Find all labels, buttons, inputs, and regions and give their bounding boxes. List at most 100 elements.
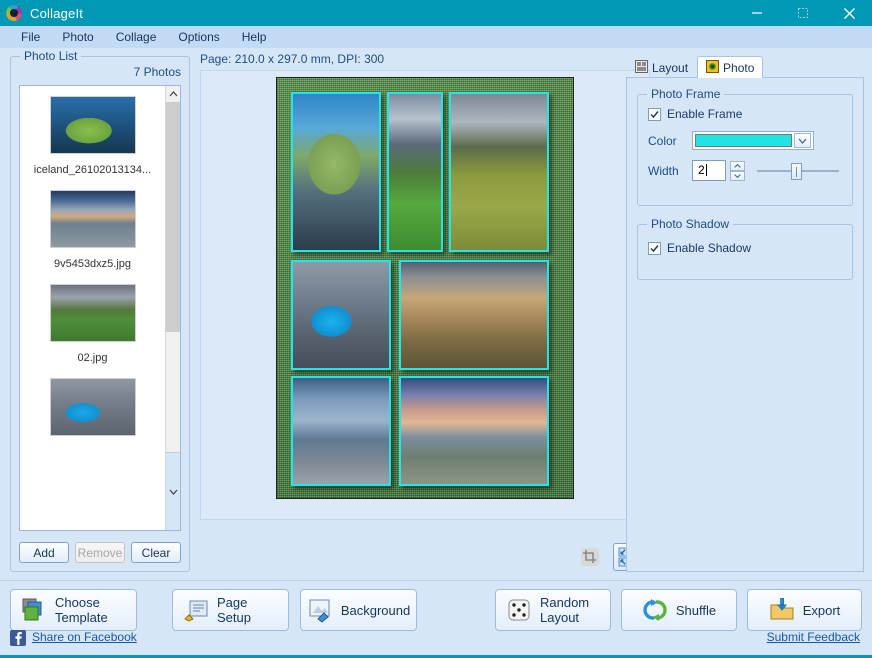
- panel-tabs: Layout Photo: [626, 56, 864, 78]
- frame-width-label: Width: [648, 163, 679, 178]
- shuffle-button[interactable]: Shuffle: [621, 589, 737, 631]
- facebook-icon[interactable]: [10, 630, 26, 646]
- menu-item-file[interactable]: File: [10, 28, 51, 46]
- collageit-logo-icon: [6, 5, 22, 21]
- list-item[interactable]: [20, 368, 165, 450]
- minimize-icon[interactable]: [734, 0, 780, 26]
- tab-photo-label: Photo: [723, 60, 755, 75]
- enable-shadow-checkbox[interactable]: [648, 241, 661, 255]
- window-controls: [734, 0, 872, 26]
- preview-section: Page: 210.0 x 297.0 mm, DPI: 300: [196, 48, 654, 580]
- background-button[interactable]: Background: [300, 589, 417, 631]
- random-layout-button[interactable]: Random Layout: [495, 589, 611, 631]
- tab-layout-label: Layout: [652, 60, 689, 75]
- collage-cell[interactable]: [399, 376, 549, 486]
- photo-frame-title: Photo Frame: [647, 87, 725, 101]
- close-icon[interactable]: [826, 0, 872, 26]
- enable-frame-checkbox[interactable]: [648, 107, 661, 121]
- photo-thumbnail: [49, 378, 136, 436]
- scroll-up-icon[interactable]: [166, 86, 180, 102]
- photo-shadow-title: Photo Shadow: [647, 217, 734, 231]
- shuffle-label: Shuffle: [675, 602, 717, 618]
- list-item[interactable]: iceland_26102013134...: [20, 86, 165, 180]
- frame-color-swatch: [695, 134, 792, 147]
- collage-cell[interactable]: [399, 260, 549, 370]
- main-body: Photo List 7 Photos iceland_26102013134.…: [0, 48, 872, 580]
- title-bar: CollageIt: [0, 0, 872, 26]
- template-icon: [21, 597, 47, 623]
- maximize-icon[interactable]: [780, 0, 826, 26]
- tab-photo[interactable]: Photo: [697, 56, 764, 78]
- export-label: Export: [802, 602, 841, 618]
- collage-cell[interactable]: [291, 92, 381, 252]
- menu-item-collage[interactable]: Collage: [105, 28, 168, 46]
- page-info-label: Page: 210.0 x 297.0 mm, DPI: 300: [200, 52, 385, 66]
- layout-icon: [635, 59, 648, 76]
- enable-shadow-row[interactable]: Enable Shadow: [648, 241, 852, 255]
- frame-color-picker[interactable]: [692, 131, 814, 150]
- remove-button: Remove: [75, 542, 125, 563]
- collage-page[interactable]: [276, 77, 574, 499]
- collage-cell[interactable]: [291, 260, 391, 370]
- submit-feedback-link[interactable]: Submit Feedback: [767, 630, 860, 644]
- page-setup-button[interactable]: Page Setup: [172, 589, 289, 631]
- page-setup-label: Page Setup: [217, 595, 251, 625]
- photo-thumbnail: [49, 284, 136, 342]
- menu-item-options[interactable]: Options: [167, 28, 230, 46]
- collage-canvas[interactable]: [200, 70, 650, 571]
- export-icon: [769, 597, 795, 623]
- scrollbar-thumb[interactable]: [166, 102, 180, 332]
- photo-shadow-group: Photo Shadow Enable Shadow: [637, 217, 853, 280]
- frame-color-label: Color: [648, 133, 677, 148]
- photo-list-buttons: Add Remove Clear: [19, 542, 181, 563]
- photo-thumbnail: [49, 190, 136, 248]
- scroll-down-icon[interactable]: [166, 452, 180, 530]
- collage-cell[interactable]: [387, 92, 443, 252]
- photo-filename: iceland_26102013134...: [33, 164, 152, 176]
- photo-filename: 9v5453dxz5.jpg: [53, 258, 132, 270]
- menu-item-photo[interactable]: Photo: [51, 28, 104, 46]
- frame-width-slider[interactable]: [757, 161, 839, 181]
- enable-shadow-label: Enable Shadow: [667, 241, 752, 255]
- photo-filename: 02.jpg: [77, 352, 108, 364]
- photo-list-panel: Photo List 7 Photos iceland_26102013134.…: [10, 49, 190, 572]
- window-title: CollageIt: [30, 5, 84, 21]
- clear-button[interactable]: Clear: [131, 542, 181, 563]
- list-item[interactable]: 02.jpg: [20, 274, 165, 368]
- properties-panel: Layout Photo Photo Frame Enable Frame Co…: [626, 56, 864, 572]
- text-caret: [705, 164, 707, 176]
- share-on-facebook-link[interactable]: Share on Facebook: [32, 630, 137, 644]
- enable-frame-label: Enable Frame: [667, 107, 743, 121]
- photo-count-label: 7 Photos: [133, 65, 181, 79]
- frame-width-value: 2: [698, 163, 705, 177]
- enable-frame-row[interactable]: Enable Frame: [648, 107, 852, 121]
- photo-thumbnail: [49, 96, 136, 154]
- app-window: CollageIt File Photo Collage Options Hel…: [0, 0, 872, 658]
- photo-icon: [706, 59, 720, 76]
- collage-cell[interactable]: [449, 92, 549, 252]
- choose-template-button[interactable]: Choose Template: [10, 589, 137, 631]
- photo-frame-group: Photo Frame Enable Frame Color Width 2: [637, 87, 853, 206]
- shuffle-icon: [642, 597, 668, 623]
- frame-width-input[interactable]: 2: [692, 160, 726, 181]
- photo-tab-panel: Photo Frame Enable Frame Color Width 2 P…: [626, 78, 864, 572]
- menu-bar: File Photo Collage Options Help: [0, 26, 872, 48]
- stepper-up-icon[interactable]: [730, 160, 745, 171]
- menu-item-help[interactable]: Help: [231, 28, 278, 46]
- list-item[interactable]: 9v5453dxz5.jpg: [20, 180, 165, 274]
- photo-list-box[interactable]: iceland_26102013134... 9v5453dxz5.jpg 02…: [19, 85, 181, 531]
- chevron-down-icon[interactable]: [794, 133, 811, 148]
- photo-list-title: Photo List: [20, 49, 82, 63]
- stepper-down-icon[interactable]: [730, 170, 745, 181]
- collage-cell[interactable]: [291, 376, 391, 486]
- frame-width-stepper[interactable]: [730, 160, 745, 181]
- export-button[interactable]: Export: [747, 589, 862, 631]
- bottom-toolbar: Choose Template Page Setup Background Ra…: [0, 580, 872, 658]
- tab-layout[interactable]: Layout: [626, 57, 697, 77]
- slider-thumb[interactable]: [791, 162, 802, 180]
- photo-list-scrollbar[interactable]: [165, 86, 180, 530]
- crop-icon: [575, 543, 605, 571]
- frame-width-row: Width 2: [648, 160, 852, 181]
- random-layout-label: Random Layout: [540, 595, 590, 625]
- add-button[interactable]: Add: [19, 542, 69, 563]
